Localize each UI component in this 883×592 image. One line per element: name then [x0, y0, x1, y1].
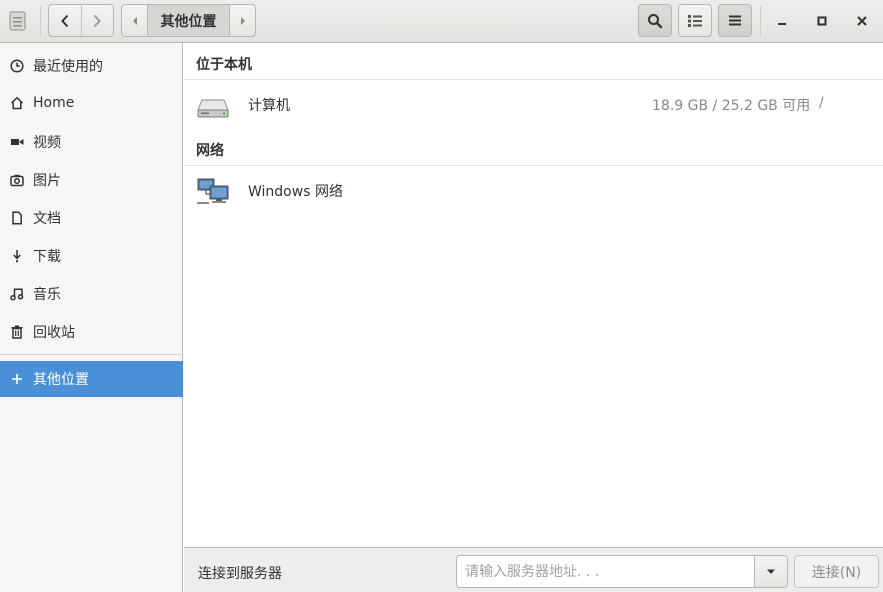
path-scroll-right-button[interactable]	[230, 5, 255, 36]
sidebar-item-pictures[interactable]: 图片	[0, 162, 183, 198]
sidebar-item-label: Home	[33, 95, 75, 111]
header-separator-2	[760, 6, 761, 36]
headerbar: 其他位置	[0, 0, 883, 43]
connect-to-server-bar: 连接到服务器 连接(N)	[184, 547, 883, 592]
music-icon	[9, 286, 25, 302]
other-locations-view: 位于本机 计算机 18.9 GB / 25.2 GB 可用 / 网络 Windo…	[184, 43, 883, 547]
sidebar-item-label: 音乐	[33, 287, 61, 303]
plus-icon	[9, 371, 25, 387]
home-icon	[9, 95, 25, 111]
close-button[interactable]	[853, 12, 871, 30]
download-icon	[9, 248, 25, 264]
server-history-dropdown-button[interactable]	[754, 556, 787, 587]
search-icon	[648, 13, 663, 28]
document-icon	[9, 210, 25, 226]
server-address-input[interactable]	[457, 556, 754, 587]
sidebar-item-label: 回收站	[33, 325, 75, 341]
path-bar: 其他位置	[121, 4, 256, 37]
sidebar-item-music[interactable]: 音乐	[0, 276, 183, 312]
triangle-left-icon	[132, 16, 137, 25]
section-title-on-this-computer: 位于本机	[196, 57, 252, 73]
header-separator	[40, 6, 41, 36]
sidebar-item-label: 最近使用的	[33, 59, 103, 75]
sidebar-item-documents[interactable]: 文档	[0, 200, 183, 236]
sidebar-item-recent[interactable]: 最近使用的	[0, 48, 183, 84]
menu-button[interactable]	[718, 4, 752, 37]
location-row-windows-network[interactable]: Windows 网络	[184, 166, 883, 216]
minimize-button[interactable]	[773, 12, 791, 30]
sidebar-item-trash[interactable]: 回收站	[0, 314, 183, 350]
search-button[interactable]	[638, 4, 672, 37]
section-title-network: 网络	[196, 143, 224, 159]
sidebar-item-label: 文档	[33, 211, 61, 227]
chevron-down-icon	[767, 569, 775, 574]
sidebar-item-label: 其他位置	[33, 372, 89, 388]
server-address-combo	[456, 555, 788, 588]
triangle-right-icon	[240, 16, 245, 25]
location-name: 计算机	[248, 98, 290, 114]
sidebar-item-videos[interactable]: 视频	[0, 124, 183, 160]
file-manager-icon	[8, 11, 27, 31]
path-crumb-other-locations[interactable]: 其他位置	[147, 5, 230, 36]
sidebar-item-label: 视频	[33, 135, 61, 151]
close-icon	[857, 16, 867, 26]
list-view-icon	[688, 14, 702, 27]
location-mount-path: /	[819, 95, 824, 111]
location-row-computer[interactable]: 计算机 18.9 GB / 25.2 GB 可用 /	[184, 80, 883, 130]
sidebar-item-home[interactable]: Home	[0, 85, 183, 121]
sidebar-item-other-locations[interactable]: 其他位置	[0, 361, 183, 397]
network-computers-icon	[196, 176, 230, 206]
chevron-right-icon	[94, 14, 102, 27]
trash-icon	[9, 324, 25, 340]
video-icon	[9, 134, 25, 150]
sidebar: 最近使用的 Home 视频 图片 文档 下载 音乐 回收站 其他位置	[0, 43, 183, 592]
maximize-button[interactable]	[813, 12, 831, 30]
sidebar-item-downloads[interactable]: 下载	[0, 238, 183, 274]
hard-drive-icon	[196, 90, 230, 120]
maximize-icon	[817, 16, 827, 26]
connect-to-server-label: 连接到服务器	[198, 566, 282, 582]
camera-icon	[9, 172, 25, 188]
location-usage: 18.9 GB / 25.2 GB 可用	[652, 98, 811, 114]
chevron-left-icon	[60, 14, 68, 27]
minimize-icon	[778, 23, 786, 25]
hamburger-menu-icon	[729, 15, 741, 26]
sidebar-separator	[0, 354, 183, 355]
forward-button[interactable]	[80, 5, 114, 36]
location-name: Windows 网络	[248, 184, 343, 200]
path-scroll-left-button[interactable]	[122, 5, 147, 36]
clock-icon	[9, 58, 25, 74]
sidebar-item-label: 下载	[33, 249, 61, 265]
view-toggle-button[interactable]	[678, 4, 712, 37]
connect-button[interactable]: 连接(N)	[794, 555, 879, 588]
history-navigation	[48, 4, 114, 37]
back-button[interactable]	[49, 5, 81, 36]
file-manager-window: 其他位置 最近使用的 Home 视频 图片 文档 下载 音乐 回收站 其他位置 …	[0, 0, 883, 592]
sidebar-item-label: 图片	[33, 173, 61, 189]
